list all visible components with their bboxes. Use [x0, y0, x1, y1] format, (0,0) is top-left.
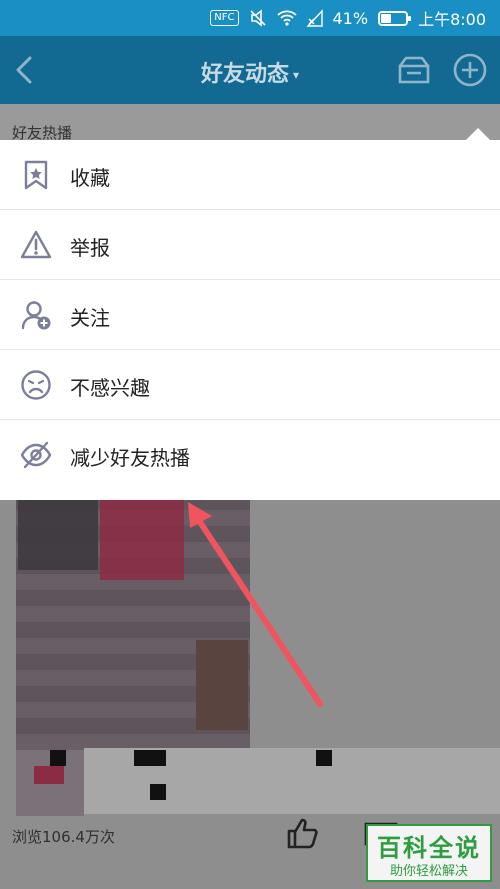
nfc-indicator: NFC: [210, 10, 239, 26]
menu-item-not-interested[interactable]: 不感兴趣: [0, 350, 500, 420]
battery-fill: [381, 13, 391, 23]
nav-bar: 好友动态 ▾: [0, 36, 500, 104]
pixel-block: [50, 750, 66, 766]
sad-face-icon: [21, 370, 51, 400]
mailbox-icon[interactable]: [396, 52, 432, 88]
menu-item-favorite[interactable]: 收藏: [0, 140, 500, 210]
photo-red-region: [100, 500, 184, 580]
bookmark-star-icon: [24, 160, 48, 190]
avatar-thumbnail-detail: [34, 766, 64, 784]
chevron-down-icon: ▾: [292, 68, 300, 82]
menu-item-follow[interactable]: 关注: [0, 280, 500, 350]
page-title-text: 好友动态: [200, 62, 289, 87]
photo-dark-region: [18, 500, 98, 570]
watermark-subtitle: 助你轻松解决: [389, 864, 468, 879]
popup-menu: 收藏 举报 关注 不感兴趣 减少好友热播: [0, 140, 500, 500]
warning-icon: [20, 230, 52, 259]
pixel-block: [134, 750, 150, 766]
pixel-block: [150, 784, 166, 800]
status-icons: NFC 41% 上午8:00: [210, 6, 486, 30]
status-bar: NFC 41% 上午8:00: [0, 0, 500, 36]
mute-icon: [249, 9, 266, 27]
menu-item-label: 收藏: [70, 166, 110, 190]
section-header: 好友热播: [0, 104, 500, 144]
pixel-block: [316, 750, 332, 766]
battery-percent: 41%: [332, 8, 369, 28]
watermark-title: 百科全说: [377, 834, 481, 862]
wifi-icon: [276, 10, 297, 26]
menu-item-label: 举报: [70, 236, 110, 260]
watermark-logo: 百科全说 助你轻松解决: [366, 824, 492, 882]
menu-pointer: [466, 128, 490, 140]
signal-icon: [306, 9, 323, 27]
photo-brown-region: [196, 640, 248, 730]
pixel-block: [150, 750, 166, 766]
thumbs-up-icon[interactable]: [286, 816, 320, 850]
view-count: 浏览106.4万次: [12, 828, 115, 846]
menu-item-report[interactable]: 举报: [0, 210, 500, 280]
menu-item-reduce-friend-hot[interactable]: 减少好友热播: [0, 420, 500, 490]
menu-item-label: 不感兴趣: [70, 376, 150, 400]
clock: 上午8:00: [418, 10, 486, 29]
battery-icon: [378, 10, 412, 26]
menu-item-label: 关注: [70, 306, 110, 330]
add-user-icon: [21, 301, 51, 330]
menu-item-label: 减少好友热播: [70, 446, 190, 470]
eye-off-icon: [20, 441, 52, 469]
add-icon[interactable]: [452, 52, 488, 88]
